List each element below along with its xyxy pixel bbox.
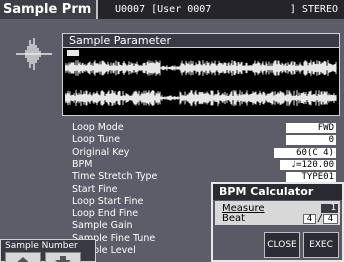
- param-value[interactable]: TYPE01: [286, 172, 336, 183]
- beat-numerator-field[interactable]: 4: [303, 214, 316, 224]
- panel-title: Sample Parameter: [62, 33, 340, 47]
- param-label: Loop Tune: [72, 134, 121, 146]
- exec-button[interactable]: EXEC: [303, 232, 339, 258]
- param-row[interactable]: Loop Tune 0: [72, 134, 340, 146]
- param-label: Start Fine: [72, 183, 118, 195]
- param-value[interactable]: 60(C 4): [274, 147, 336, 158]
- waveform-graph: [65, 60, 337, 106]
- param-label: Loop Mode: [72, 122, 124, 133]
- param-value[interactable]: FWD: [286, 123, 336, 133]
- waveform-icon: [16, 38, 52, 70]
- screen-title: Sample Prm: [0, 0, 98, 19]
- param-row[interactable]: BPM ♩=120.00: [72, 159, 340, 171]
- sample-number-label: Sample Number: [5, 241, 78, 251]
- param-row[interactable]: Loop Mode FWD: [72, 122, 340, 134]
- param-label: Time Stretch Type: [72, 171, 158, 183]
- channel-mode: ] STEREO: [289, 4, 338, 15]
- sample-number-down-button[interactable]: [45, 252, 81, 262]
- sample-number-box: Sample Number: [0, 239, 96, 262]
- param-value[interactable]: 0: [286, 135, 336, 146]
- waveform-display: [62, 47, 340, 116]
- sample-number-up-button[interactable]: [5, 252, 41, 262]
- arrow-down-icon: [55, 256, 71, 262]
- header-bar: Sample Prm U0007 [User 0007 ] STEREO: [0, 0, 344, 19]
- param-label: BPM: [72, 158, 93, 170]
- beat-label: Beat: [222, 213, 246, 224]
- param-label: Sample Gain: [72, 220, 133, 232]
- param-row[interactable]: Original Key 60(C 4): [72, 147, 340, 159]
- dialog-body: Measure 1 Beat 4 / 4: [215, 201, 340, 225]
- param-label: Loop End Fine: [72, 208, 139, 220]
- close-button[interactable]: CLOSE: [264, 232, 300, 258]
- param-label: Loop Start Fine: [72, 195, 144, 207]
- screen: Sample Prm U0007 [User 0007 ] STEREO Sam…: [0, 0, 344, 262]
- param-label: Original Key: [72, 146, 130, 158]
- dialog-title: BPM Calculator: [213, 184, 342, 200]
- bpm-calculator-dialog: BPM Calculator Measure 1 Beat 4 / 4 CLOS…: [211, 182, 344, 262]
- sample-info: U0007 [User 0007: [115, 4, 212, 15]
- param-value[interactable]: ♩=120.00: [280, 159, 336, 170]
- beat-denominator-field[interactable]: 4: [323, 214, 338, 224]
- measure-field[interactable]: 1: [321, 204, 338, 213]
- arrow-up-icon: [17, 257, 29, 262]
